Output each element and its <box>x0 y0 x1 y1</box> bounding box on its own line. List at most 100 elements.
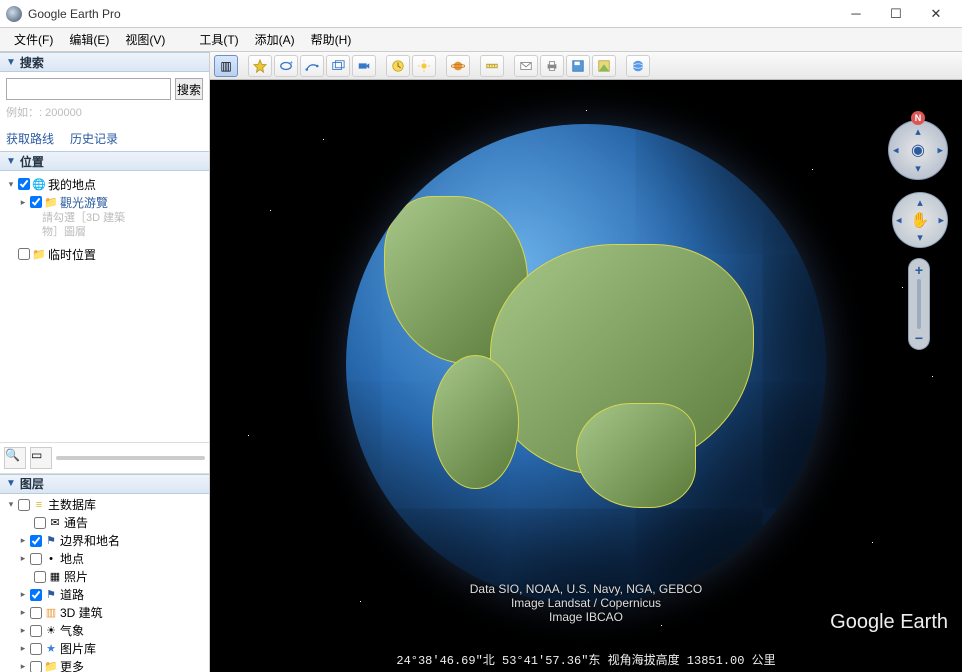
label-temp: 临时位置 <box>48 246 96 263</box>
folder-icon: 📁 <box>44 660 58 672</box>
places-panel-header[interactable]: ▼ 位置 <box>0 151 209 171</box>
history-button[interactable] <box>386 55 410 77</box>
look-down-icon[interactable]: ▾ <box>915 162 921 175</box>
ruler-button[interactable] <box>480 55 504 77</box>
database-icon: ≡ <box>32 498 46 512</box>
pan-left-icon[interactable]: ◂ <box>896 214 902 227</box>
minimize-button[interactable]: ─ <box>836 2 876 26</box>
history-link[interactable]: 历史记录 <box>70 130 118 147</box>
planet-button[interactable] <box>446 55 470 77</box>
expand-icon[interactable]: ▸ <box>18 197 28 208</box>
zoom-slider[interactable] <box>909 279 929 329</box>
earth-globe[interactable] <box>346 124 826 604</box>
layer-main-db[interactable]: ▾ ≡ 主数据库 <box>2 496 207 514</box>
nav-zoom[interactable]: + − <box>908 258 930 350</box>
label-my-places: 我的地点 <box>48 176 96 193</box>
look-right-icon[interactable]: ▸ <box>937 144 943 157</box>
label-sightseeing: 觀光游覽 <box>60 194 108 211</box>
menu-add[interactable]: 添加(A) <box>247 29 303 50</box>
sightseeing-hint2: 物］圖層 <box>2 225 207 239</box>
checkbox[interactable] <box>18 499 30 511</box>
nav-compass[interactable]: N ▴ ▾ ◂ ▸ ◉ <box>888 120 948 180</box>
maximize-button[interactable]: ☐ <box>876 2 916 26</box>
building-icon: ▥ <box>44 606 58 620</box>
get-directions-link[interactable]: 获取路线 <box>6 130 54 147</box>
north-indicator[interactable]: N <box>911 111 925 125</box>
save-image-button[interactable] <box>566 55 590 77</box>
layer-more[interactable]: ▸ 📁 更多 <box>2 658 207 672</box>
hand-icon: ✋ <box>911 211 930 229</box>
print-button[interactable] <box>540 55 564 77</box>
look-left-icon[interactable]: ◂ <box>893 144 899 157</box>
app-icon <box>6 6 22 22</box>
expand-icon[interactable]: ▾ <box>6 179 16 190</box>
sidebar-toggle-button[interactable]: ▥ <box>214 55 238 77</box>
pan-right-icon[interactable]: ▸ <box>938 214 944 227</box>
svg-text:+: + <box>290 59 294 66</box>
flag-icon: ⚑ <box>44 534 58 548</box>
flag-icon: ⚑ <box>44 588 58 602</box>
tree-row-sightseeing[interactable]: ▸ 📁 觀光游覽 <box>2 193 207 211</box>
nav-pan[interactable]: ▴ ▾ ◂ ▸ ✋ <box>892 192 948 248</box>
search-button[interactable]: 搜索 <box>175 78 203 100</box>
map-viewport[interactable]: ▥ + <box>210 52 962 672</box>
dot-icon: • <box>44 552 58 566</box>
search-hint: 例如：: 200000 <box>6 104 203 120</box>
look-up-icon[interactable]: ▴ <box>915 125 921 138</box>
weather-icon: ☀ <box>44 624 58 638</box>
checkbox-my-places[interactable] <box>18 178 30 190</box>
attribution-text: Data SIO, NOAA, U.S. Navy, NGA, GEBCO Im… <box>470 582 703 624</box>
star-icon: ★ <box>44 642 58 656</box>
layer-roads[interactable]: ▸ ⚑ 道路 <box>2 586 207 604</box>
layer-gallery[interactable]: ▸ ★ 图片库 <box>2 640 207 658</box>
menu-view[interactable]: 视图(V) <box>117 29 173 50</box>
overlay-button[interactable] <box>326 55 350 77</box>
checkbox-sightseeing[interactable] <box>30 196 42 208</box>
tree-row-my-places[interactable]: ▾ 🌐 我的地点 <box>2 175 207 193</box>
layer-announce[interactable]: ✉ 通告 <box>2 514 207 532</box>
path-button[interactable] <box>300 55 324 77</box>
layer-weather[interactable]: ▸ ☀ 气象 <box>2 622 207 640</box>
layer-3d[interactable]: ▸ ▥ 3D 建筑 <box>2 604 207 622</box>
map-canvas[interactable]: N ▴ ▾ ◂ ▸ ◉ ▴ ▾ ◂ ▸ ✋ + − Data SIO, NOAA… <box>210 80 962 672</box>
layer-places[interactable]: ▸ • 地点 <box>2 550 207 568</box>
titlebar: Google Earth Pro ─ ☐ ✕ <box>0 0 962 28</box>
pan-down-icon[interactable]: ▾ <box>917 231 923 244</box>
zoom-out-button[interactable]: − <box>909 329 929 347</box>
menu-edit[interactable]: 编辑(E) <box>61 29 117 50</box>
search-input[interactable] <box>6 78 171 100</box>
placemark-button[interactable] <box>248 55 272 77</box>
opacity-slider[interactable] <box>56 447 205 469</box>
checkbox-temp[interactable] <box>18 248 30 260</box>
globe-view-button[interactable] <box>626 55 650 77</box>
layer-borders[interactable]: ▸ ⚑ 边界和地名 <box>2 532 207 550</box>
menu-help[interactable]: 帮助(H) <box>303 29 360 50</box>
zoom-in-button[interactable]: + <box>909 261 929 279</box>
expand-icon[interactable]: ▾ <box>6 499 16 510</box>
search-places-button[interactable]: 🔍 <box>4 447 26 469</box>
tree-row-temp[interactable]: 📁 临时位置 <box>2 245 207 263</box>
folder-icon: 📁 <box>44 195 58 209</box>
places-panel-title: 位置 <box>20 153 44 170</box>
layer-photos[interactable]: ▦ 照片 <box>2 568 207 586</box>
pan-up-icon[interactable]: ▴ <box>917 196 923 209</box>
view-in-maps-button[interactable] <box>592 55 616 77</box>
menubar: 文件(F) 编辑(E) 视图(V) 工具(T) 添加(A) 帮助(H) <box>0 28 962 52</box>
layers-panel-header[interactable]: ▼ 图层 <box>0 474 209 494</box>
status-bar: 24°38'46.69"北 53°41'57.36"东 视角海拔高度 13851… <box>210 651 962 668</box>
sunlight-button[interactable] <box>412 55 436 77</box>
search-panel-header[interactable]: ▼ 搜索 <box>0 52 209 72</box>
menu-tools[interactable]: 工具(T) <box>191 29 246 50</box>
main-toolbar: ▥ + <box>210 52 962 80</box>
collapse-icon: ▼ <box>6 156 16 167</box>
mail-icon: ✉ <box>48 516 62 530</box>
email-button[interactable] <box>514 55 538 77</box>
google-earth-watermark: Google Earth <box>830 611 948 634</box>
layers-panel-title: 图层 <box>20 475 44 492</box>
menu-file[interactable]: 文件(F) <box>6 29 61 50</box>
earth-icon: 🌐 <box>32 177 46 191</box>
record-tour-button[interactable] <box>352 55 376 77</box>
view-button[interactable]: ▭ <box>30 447 52 469</box>
polygon-button[interactable]: + <box>274 55 298 77</box>
close-button[interactable]: ✕ <box>916 2 956 26</box>
